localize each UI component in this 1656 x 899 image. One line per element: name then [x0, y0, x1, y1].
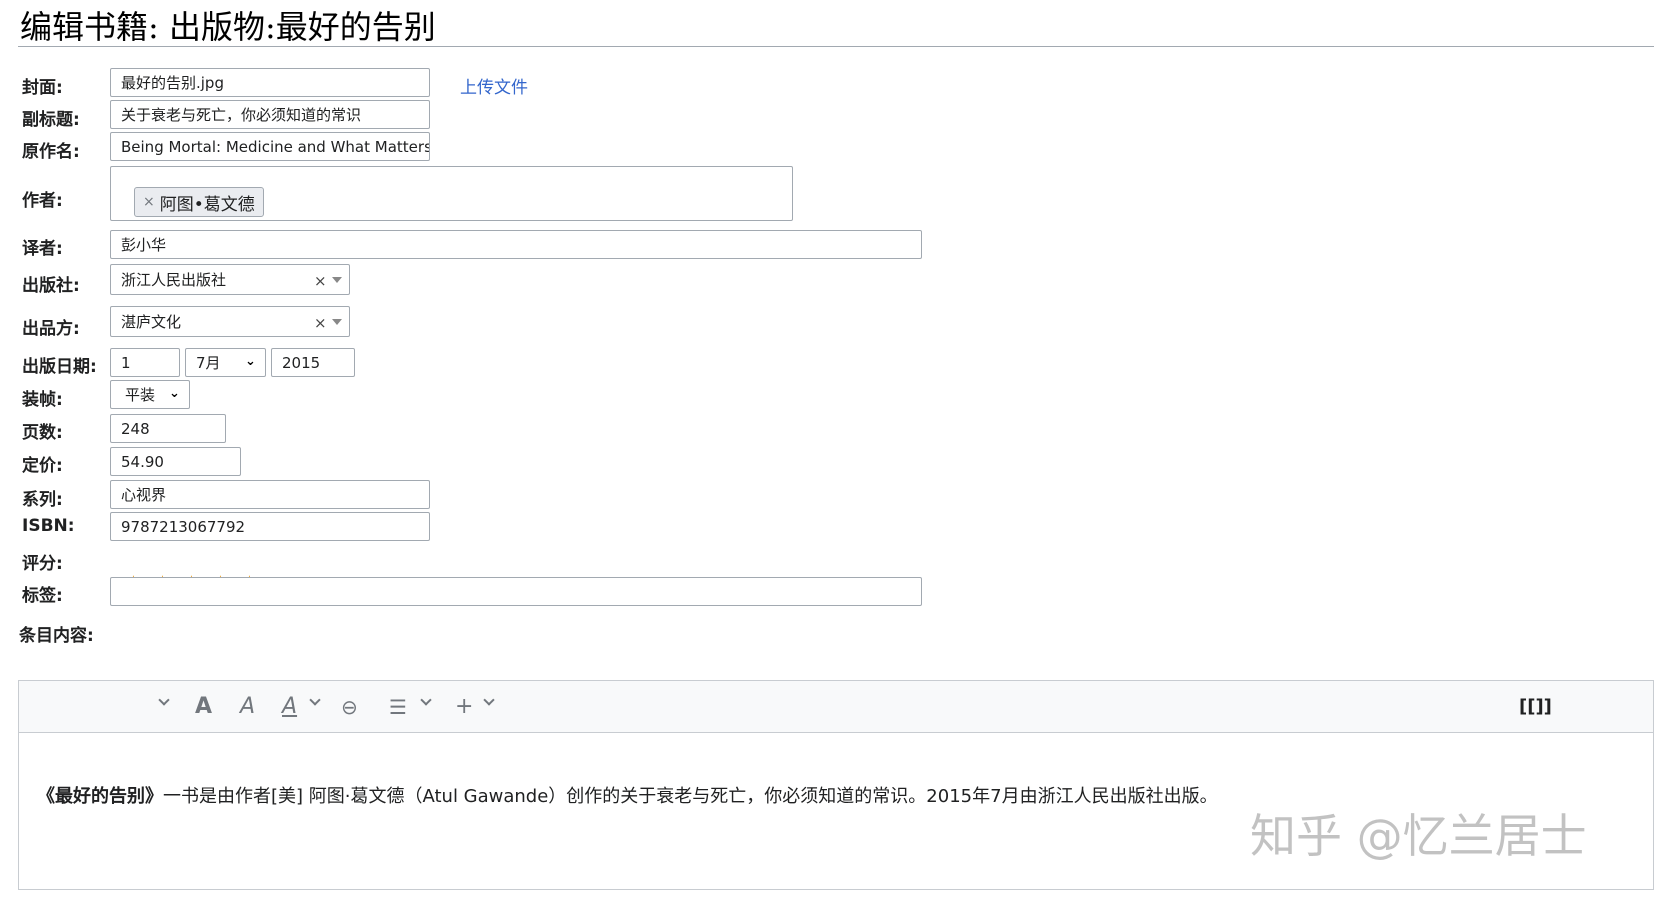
author-tag-label: 阿图•葛文德 [159, 194, 255, 215]
price-label: 定价: [22, 456, 63, 476]
price-input[interactable]: 54.90 [110, 447, 241, 476]
bold-icon[interactable]: A [195, 695, 212, 719]
format-dropdown-icon[interactable] [159, 695, 169, 705]
author-tag: × 阿图•葛文德 [134, 187, 264, 217]
series-label: 系列: [22, 490, 63, 510]
translator-input[interactable]: 彭小华 [110, 230, 922, 259]
link-icon[interactable]: ⊖ [341, 695, 358, 719]
italic-icon[interactable]: A [240, 695, 255, 719]
publisher-label: 出版社: [22, 276, 80, 296]
author-label: 作者: [22, 191, 63, 211]
subtitle-input[interactable]: 关于衰老与死亡，你必须知道的常识 [110, 100, 430, 129]
isbn-input[interactable]: 9787213067792 [110, 512, 430, 541]
producer-dropdown-icon[interactable] [332, 319, 342, 325]
list-dropdown-icon[interactable] [421, 695, 431, 705]
tags-label: 标签: [22, 586, 63, 606]
plus-icon[interactable]: + [455, 695, 473, 719]
translator-label: 译者: [22, 239, 63, 259]
original-title-label: 原作名: [22, 142, 80, 162]
isbn-label: ISBN: [22, 516, 75, 536]
pages-input[interactable]: 248 [110, 414, 226, 443]
title-divider [18, 46, 1654, 47]
insert-dropdown-icon[interactable] [484, 695, 494, 705]
content-label: 条目内容: [19, 626, 94, 646]
list-icon[interactable]: ☰ [389, 695, 407, 719]
page-title: 编辑书籍: 出版物:最好的告别 [20, 8, 436, 46]
rating-label: 评分: [22, 554, 63, 574]
original-title-input[interactable]: Being Mortal: Medicine and What Matters … [110, 132, 430, 161]
text-style-icon[interactable]: A [282, 695, 297, 719]
publisher-clear-icon[interactable]: × [314, 272, 327, 290]
producer-clear-icon[interactable]: × [314, 314, 327, 332]
series-input[interactable]: 心视界 [110, 480, 430, 509]
text-style-dropdown-icon[interactable] [310, 695, 320, 705]
pub-day-input[interactable]: 1 [110, 348, 180, 377]
watermark: 知乎 @忆兰居士 [1250, 809, 1587, 863]
source-toggle-button[interactable]: [[]] [1519, 695, 1552, 719]
binding-label: 装帧: [22, 390, 63, 410]
pages-label: 页数: [22, 423, 63, 443]
chevron-down-icon: ⌄ [169, 386, 180, 401]
content-text: 一书是由作者[美] 阿图·葛文德（Atul Gawande）创作的关于衰老与死亡… [163, 786, 1218, 807]
editor-toolbar: A A A ⊖ ☰ + [[]] [19, 681, 1653, 733]
publisher-dropdown-icon[interactable] [332, 277, 342, 283]
subtitle-label: 副标题: [22, 110, 80, 130]
cover-input[interactable]: 最好的告别.jpg [110, 68, 430, 97]
content-book-title: 《最好的告别》 [37, 786, 163, 807]
upload-file-link[interactable]: 上传文件 [460, 73, 528, 98]
remove-tag-icon[interactable]: × [143, 194, 155, 210]
editor-content[interactable]: 《最好的告别》一书是由作者[美] 阿图·葛文德（Atul Gawande）创作的… [37, 782, 1218, 808]
cover-label: 封面: [22, 78, 63, 98]
pub-year-input[interactable]: 2015 [271, 348, 355, 377]
tags-input[interactable] [110, 577, 922, 606]
producer-label: 出品方: [22, 319, 80, 339]
pub-date-label: 出版日期: [22, 357, 97, 377]
chevron-down-icon: ⌄ [245, 354, 256, 369]
